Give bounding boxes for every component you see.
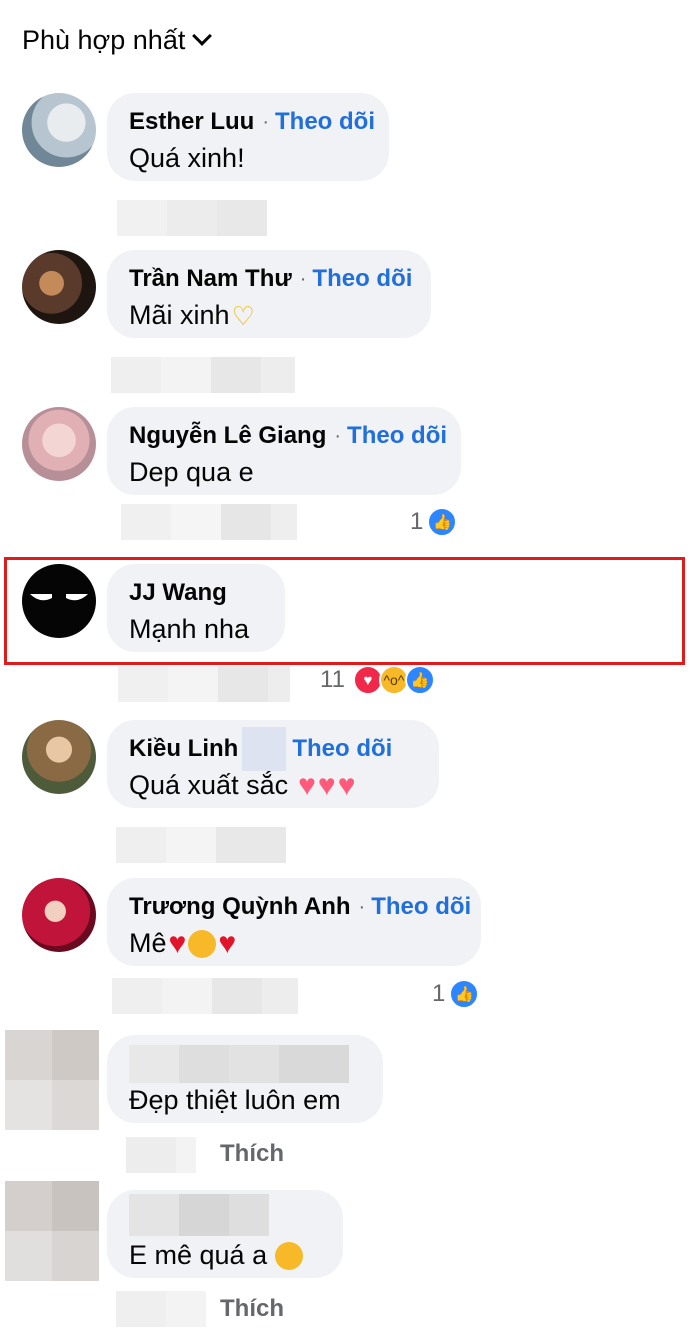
avatar[interactable]: [22, 250, 96, 324]
comment-bubble: Trần Nam Thư · Theo dõi Mãi xinh ♡: [107, 250, 431, 338]
blurred-author: [129, 1045, 349, 1083]
comment-author[interactable]: Nguyễn Lê Giang: [129, 422, 326, 450]
smiling-face-with-hearts-emoji: [275, 1241, 304, 1270]
follow-button[interactable]: Theo dõi: [347, 422, 447, 450]
separator-dot: ·: [262, 110, 270, 133]
reaction-count[interactable]: 1 👍: [410, 507, 458, 537]
heart-icon: ♥: [337, 768, 356, 802]
comment-bubble: JJ Wang Mạnh nha: [107, 564, 285, 652]
comment-author[interactable]: Esther Luu: [129, 108, 254, 136]
follow-button[interactable]: Theo dõi: [312, 265, 412, 293]
comment-text: Đẹp thiệt luôn em: [129, 1085, 341, 1115]
blurred-author: [129, 1194, 269, 1236]
follow-button[interactable]: Theo dõi: [292, 735, 392, 763]
separator-dot: ·: [299, 267, 307, 290]
blurred-badge: [242, 727, 287, 771]
blurred-avatar[interactable]: [5, 1030, 99, 1130]
thumbs-up-icon: 👍: [427, 507, 458, 537]
comment-bubble: Kiều Linh Theo dõi Quá xuất sắc ♥ ♥ ♥: [107, 720, 439, 808]
comment-bubble: Đẹp thiệt luôn em: [107, 1035, 383, 1123]
comment-bubble: E mê quá a: [107, 1190, 343, 1278]
sort-selector[interactable]: Phù hợp nhất: [22, 20, 213, 60]
comment-text: Quá xuất sắc: [129, 770, 289, 800]
comment-text: Quá xinh!: [129, 143, 245, 173]
like-button[interactable]: Thích: [220, 1295, 284, 1323]
blurred-actions: [112, 978, 298, 1014]
comment-bubble: Nguyễn Lê Giang · Theo dõi Dep qua e: [107, 407, 461, 495]
comment-bubble: Esther Luu · Theo dõi Quá xinh!: [107, 93, 389, 181]
avatar[interactable]: [22, 720, 96, 794]
blurred-timestamp: [116, 1291, 206, 1327]
heart-icon: ♥: [218, 926, 237, 960]
follow-button[interactable]: Theo dõi: [371, 893, 471, 921]
heart-icon: ♥: [298, 768, 316, 802]
reaction-count-value: 11: [320, 666, 345, 693]
sort-label: Phù hợp nhất: [22, 24, 186, 55]
separator-dot: ·: [358, 895, 366, 918]
reaction-count[interactable]: 1 👍: [432, 979, 480, 1009]
blurred-actions: [121, 504, 297, 540]
follow-button[interactable]: Theo dõi: [275, 108, 375, 136]
comment-author[interactable]: Trần Nam Thư: [129, 265, 292, 293]
reaction-count[interactable]: 11 ♥ ^o^ 👍: [320, 665, 435, 695]
comment-text: Mê: [129, 928, 167, 958]
blurred-timestamp: [126, 1137, 196, 1173]
smiling-face-with-hearts-emoji: [188, 929, 217, 958]
comment-text: Mãi xinh: [129, 300, 230, 330]
reaction-count-value: 1: [432, 980, 446, 1007]
comment-text: Dep qua e: [129, 457, 254, 487]
reaction-count-value: 1: [410, 508, 424, 535]
like-button[interactable]: Thích: [220, 1140, 284, 1168]
thumbs-up-icon: 👍: [449, 979, 480, 1009]
angry-eyes-icon: [30, 594, 88, 601]
blurred-actions: [117, 200, 267, 236]
blurred-actions: [118, 666, 290, 702]
heart-icon: ♥: [317, 768, 336, 802]
heart-hands-emoji: ♡: [231, 300, 255, 331]
separator-dot: ·: [334, 424, 342, 447]
avatar[interactable]: [22, 878, 96, 952]
blurred-actions: [111, 357, 295, 393]
heart-icon: ♥: [168, 926, 187, 960]
avatar[interactable]: [22, 407, 96, 481]
blurred-actions: [116, 827, 286, 863]
chevron-down-icon: [192, 26, 213, 46]
avatar[interactable]: [22, 564, 96, 638]
blurred-avatar[interactable]: [5, 1181, 99, 1281]
comment-bubble: Trương Quỳnh Anh · Theo dõi Mê ♥ ♥: [107, 878, 481, 966]
comment-author[interactable]: Kiều Linh: [129, 735, 238, 763]
comment-author[interactable]: JJ Wang: [129, 579, 227, 607]
avatar[interactable]: [22, 93, 96, 167]
comment-text: Mạnh nha: [129, 614, 250, 644]
thumbs-up-icon: 👍: [404, 665, 435, 695]
comment-author[interactable]: Trương Quỳnh Anh: [129, 893, 351, 921]
comment-text: E mê quá a: [129, 1240, 268, 1270]
